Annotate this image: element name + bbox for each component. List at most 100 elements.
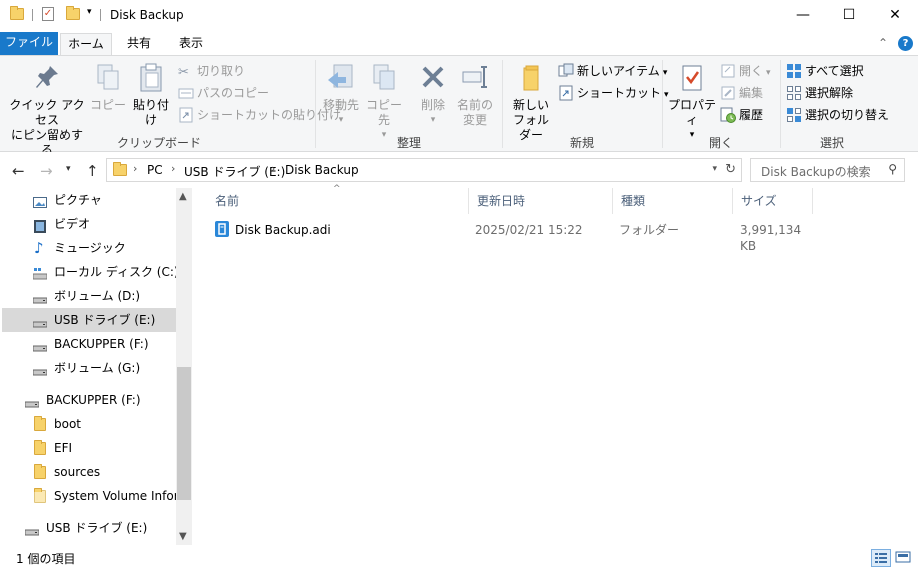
breadcrumb-separator-icon[interactable]: ›	[271, 162, 275, 175]
nav-item-efi[interactable]: EFI	[2, 436, 176, 460]
copy-path-button[interactable]: パスのコピー	[178, 83, 269, 103]
help-icon[interactable]: ?	[898, 36, 913, 51]
nav-item-music[interactable]: ♪ ミュージック	[2, 236, 176, 260]
properties-icon	[677, 62, 707, 94]
paste-shortcut-button[interactable]: ショートカットの貼り付け	[178, 105, 341, 125]
scrollbar-thumb[interactable]	[177, 367, 191, 500]
scroll-down-icon[interactable]: ▼	[179, 531, 187, 542]
minimize-button[interactable]: —	[780, 0, 826, 31]
paste-button[interactable]: 貼り付け	[128, 62, 174, 128]
paste-icon	[136, 62, 166, 94]
recent-locations-dropdown-icon[interactable]: ▾	[66, 164, 71, 174]
pin-label-line1: クイック アクセス	[9, 98, 85, 127]
nav-item-usb-drive-e[interactable]: USB ドライブ (E:)	[2, 308, 176, 332]
ribbon-tabs: ファイル ホーム 共有 表示 ⌃ ?	[0, 31, 918, 55]
local-disk-icon	[32, 265, 48, 280]
customize-quick-access-icon[interactable]: ▾	[87, 7, 92, 17]
nav-item-boot[interactable]: boot	[2, 412, 176, 436]
search-icon[interactable]: ⚲	[888, 162, 897, 176]
refresh-icon[interactable]: ↻	[725, 162, 736, 177]
nav-item-label: USB ドライブ (E:)	[46, 521, 148, 535]
nav-item-label: EFI	[54, 441, 73, 455]
item-count: 1 個の項目	[16, 552, 76, 566]
large-icons-view-button[interactable]	[894, 549, 914, 567]
group-separator	[662, 60, 663, 148]
nav-item-backupper-f[interactable]: BACKUPPER (F:)	[2, 332, 176, 356]
breadcrumb-separator-icon[interactable]: ›	[133, 162, 137, 175]
open-button[interactable]: 開く ▾	[720, 61, 771, 81]
collapse-ribbon-icon[interactable]: ⌃	[878, 36, 888, 50]
breadcrumb-pc[interactable]: PC	[147, 163, 163, 177]
tab-home[interactable]: ホーム	[60, 33, 112, 55]
column-header-type[interactable]: 種類	[613, 188, 733, 214]
navigation-scrollbar[interactable]: ▲ ▼	[176, 188, 192, 545]
search-input[interactable]: Disk Backupの検索 ⚲	[750, 158, 905, 182]
history-button[interactable]: 履歴	[720, 105, 763, 125]
move-to-button[interactable]: 移動先 ▾	[320, 62, 362, 128]
easy-access-button[interactable]: ショートカット ▾	[558, 83, 669, 103]
drive-icon	[32, 361, 48, 376]
copy-button[interactable]: コピー	[90, 62, 126, 113]
scroll-up-icon[interactable]: ▲	[179, 191, 187, 202]
tab-share[interactable]: 共有	[118, 33, 160, 55]
column-header-modified[interactable]: 更新日時	[469, 188, 613, 214]
cut-button[interactable]: ✂ 切り取り	[178, 61, 245, 81]
new-folder-quick-icon[interactable]	[66, 6, 80, 20]
close-button[interactable]: ✕	[872, 0, 918, 31]
new-folder-icon	[516, 62, 546, 94]
nav-item-volume-d[interactable]: ボリューム (D:)	[2, 284, 176, 308]
nav-item-label: boot	[54, 417, 82, 431]
invert-selection-button[interactable]: 選択の切り替え	[786, 105, 889, 125]
nav-item-pictures[interactable]: ピクチャ	[2, 188, 176, 212]
nav-item-label: System Volume Information	[54, 489, 176, 503]
group-separator	[315, 60, 316, 148]
separator	[100, 9, 101, 21]
folder-icon	[34, 416, 48, 431]
address-history-dropdown-icon[interactable]: ▾	[712, 164, 717, 174]
usb-drive-icon	[32, 313, 48, 328]
tab-file[interactable]: ファイル	[0, 32, 58, 55]
select-group-label: 選択	[819, 136, 844, 150]
properties-button[interactable]: プロパティ ▾	[666, 62, 718, 143]
back-button[interactable]: ←	[12, 162, 25, 180]
select-none-button[interactable]: 選択解除	[786, 83, 853, 103]
new-folder-button[interactable]: 新しい フォルダー	[508, 62, 554, 143]
nav-item-videos[interactable]: ビデオ	[2, 212, 176, 236]
edit-label: 編集	[739, 86, 764, 100]
maximize-button[interactable]: ☐	[826, 0, 872, 31]
nav-item-usb-drive-e-root[interactable]: USB ドライブ (E:)	[2, 516, 176, 540]
new-item-label: 新しいアイテム	[577, 64, 660, 78]
properties-quick-icon[interactable]: ✓	[42, 7, 54, 21]
folder-icon	[34, 440, 48, 455]
large-icons-view-icon	[895, 551, 911, 563]
nav-item-system-volume-information[interactable]: System Volume Information	[2, 484, 176, 508]
drive-icon	[24, 393, 40, 408]
tab-view[interactable]: 表示	[170, 33, 212, 55]
column-header-name[interactable]: 名前	[207, 188, 469, 214]
breadcrumb-separator-icon[interactable]: ›	[171, 162, 175, 175]
breadcrumb-disk-backup[interactable]: Disk Backup	[285, 163, 359, 177]
up-button[interactable]: ↑	[86, 162, 99, 180]
address-bar[interactable]: › PC › USB ドライブ (E:) › Disk Backup ▾ ↻	[106, 158, 742, 182]
new-item-button[interactable]: 新しいアイテム ▾	[558, 61, 667, 81]
rename-button[interactable]: 名前の 変更	[454, 62, 496, 128]
details-view-button[interactable]	[871, 549, 891, 567]
copy-to-button[interactable]: コピー先 ▾	[362, 62, 406, 143]
nav-item-label: ピクチャ	[54, 193, 102, 207]
column-header-size[interactable]: サイズ	[733, 188, 813, 214]
file-row[interactable]: Disk Backup.adi 2025/02/21 15:22 フォルダー 3…	[207, 218, 807, 253]
delete-button[interactable]: 削除 ▾	[414, 62, 452, 128]
file-modified: 2025/02/21 15:22	[475, 223, 583, 237]
nav-item-sources[interactable]: sources	[2, 460, 176, 484]
nav-item-backupper-f-root[interactable]: BACKUPPER (F:)	[2, 388, 176, 412]
file-size: 3,991,134 KB	[740, 223, 802, 253]
shortcut-label: ショートカット	[577, 86, 662, 100]
nav-item-local-disk-c[interactable]: ローカル ディスク (C:)	[2, 260, 176, 284]
select-all-button[interactable]: すべて選択	[786, 61, 864, 81]
file-type: フォルダー	[619, 223, 680, 237]
nav-item-volume-g[interactable]: ボリューム (G:)	[2, 356, 176, 380]
pin-to-quick-access-button[interactable]: クイック アクセス にピン留めする	[6, 62, 88, 158]
open-group-label: 開く	[708, 136, 733, 150]
edit-button[interactable]: 編集	[720, 83, 763, 103]
forward-button[interactable]: →	[40, 162, 53, 180]
